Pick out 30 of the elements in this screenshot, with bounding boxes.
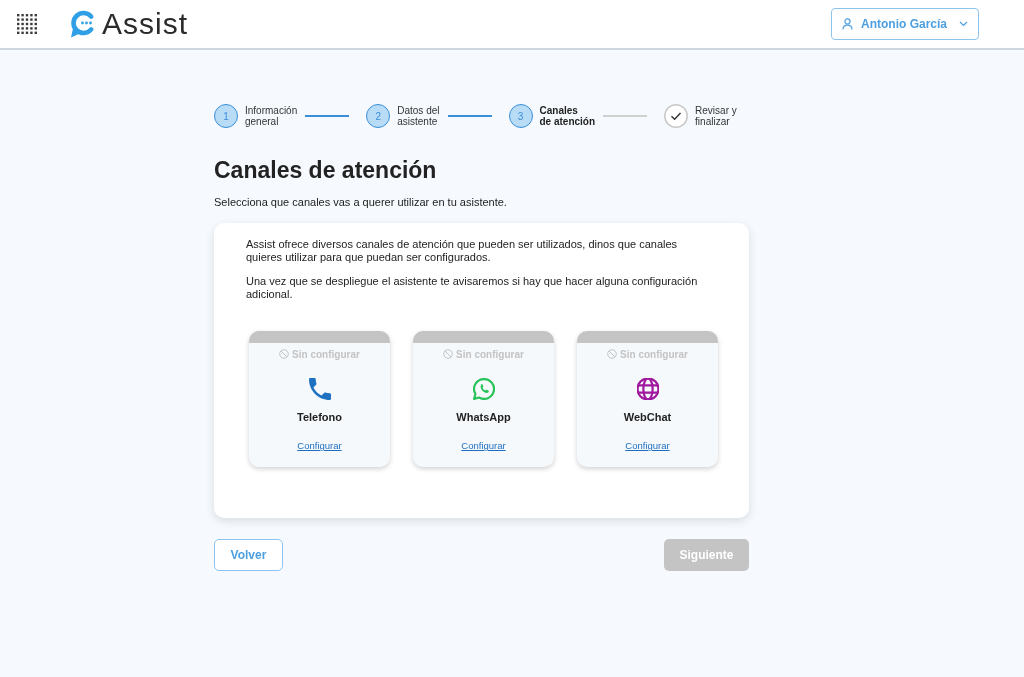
page-title: Canales de atención — [214, 157, 438, 185]
channel-name: Telefono — [297, 409, 342, 425]
status-label: Sin configurar — [456, 347, 524, 362]
user-icon — [842, 18, 853, 30]
step-label: Canales de atención — [539, 104, 596, 128]
description-text: Una vez que se despliegue el asistente te avisaremos si hay que hacer alguna configuración adicional. — [246, 275, 699, 301]
step-label: Información general — [245, 104, 298, 128]
step-label: Datos del asistente — [397, 104, 440, 128]
step-number: 1 — [214, 104, 238, 128]
description-text: Assist ofrece diversos canales de atención que pueden ser utilizados, dinos que canales quieres utilizar para que puedan ser configurados. — [246, 238, 679, 264]
status-label: Sin configurar — [292, 347, 360, 362]
configure-link[interactable]: Configurar — [625, 439, 670, 454]
step-number: 3 — [508, 104, 533, 128]
ban-icon — [279, 349, 290, 360]
caret-icon — [959, 21, 968, 27]
step-label: Revisar y finalizar — [695, 104, 737, 128]
status-label: Sin configurar — [620, 347, 688, 362]
configure-link[interactable]: Configurar — [297, 439, 342, 454]
ban-icon — [607, 349, 618, 360]
apps-grid-icon[interactable] — [17, 14, 37, 34]
ban-icon — [443, 349, 454, 360]
chat-bubble-logo-icon — [70, 10, 96, 38]
step-number: 2 — [366, 104, 391, 128]
page-subtitle: Selecciona que canales vas a querer utilizar en tu asistente. — [214, 194, 508, 210]
user-menu-button[interactable]: Antonio García — [831, 8, 979, 40]
configure-link[interactable]: Configurar — [461, 439, 506, 454]
logo-text: Assist — [102, 9, 188, 39]
back-button[interactable]: Volver — [214, 538, 283, 571]
channel-name: WhatsApp — [456, 409, 511, 425]
channel-name: WebChat — [623, 409, 672, 425]
